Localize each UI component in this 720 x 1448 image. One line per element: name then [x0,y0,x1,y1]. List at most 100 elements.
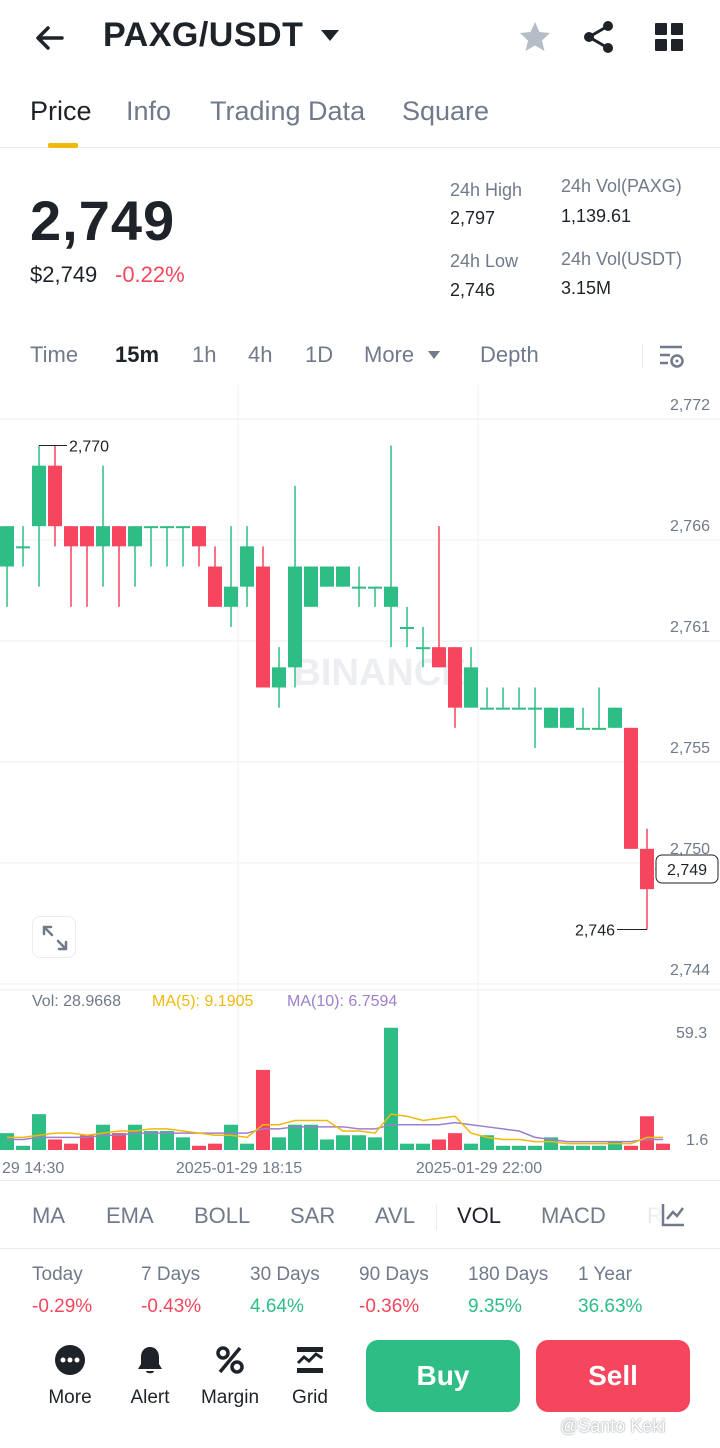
low-marker-label: 2,746 [575,923,615,940]
candle-body [624,727,638,849]
indicator-divider [436,1204,437,1230]
candle-body [240,546,254,587]
volume-bar [64,1143,78,1150]
price-tick-label: 2,772 [670,397,710,414]
fullscreen-button[interactable] [32,916,76,958]
candle-body [160,526,174,529]
high-label: 24h High [450,180,523,200]
perf-label: 180 Days [468,1264,549,1285]
perf-label: 7 Days [141,1264,201,1285]
volume-bar [624,1145,638,1150]
alert-label: Alert [130,1387,170,1408]
volume-bar [128,1124,142,1150]
expand-icon [42,925,68,951]
vol-base-label: 24h Vol(PAXG) [561,176,682,196]
volume-bar [288,1124,302,1150]
perf-value: -0.43% [141,1296,202,1317]
candle-body [288,566,302,668]
candle-body [432,647,446,668]
grid-bot-button[interactable]: Grid [275,1344,345,1409]
high-value: 2,797 [450,208,496,228]
caret-down-icon[interactable] [320,28,340,44]
indicator-boll[interactable]: BOLL [194,1203,250,1229]
divider [0,1248,720,1249]
indicator-sar[interactable]: SAR [290,1203,335,1229]
pair-title[interactable]: PAXG/USDT [103,16,303,55]
alert-button[interactable]: Alert [115,1344,185,1409]
tf-more[interactable]: More [364,342,414,368]
grid-icon[interactable] [654,22,684,52]
tf-4h[interactable]: 4h [248,342,272,368]
share-icon[interactable] [582,20,616,54]
volume-bar [240,1143,254,1150]
grid-bot-icon [296,1347,323,1373]
volume-bar [16,1145,30,1150]
buy-button[interactable]: Buy [366,1340,520,1412]
candle-body [48,465,62,527]
perf-value: -0.36% [359,1296,420,1317]
indicator-vol[interactable]: VOL [457,1203,501,1229]
candle-body [640,848,654,890]
tab-price[interactable]: Price [30,96,92,127]
volume-bar [0,1133,14,1150]
candle-body [176,526,190,529]
chart-settings-icon[interactable] [658,343,686,371]
indicator-ma[interactable]: MA [32,1203,65,1229]
volume-bar [304,1124,318,1150]
tf-time[interactable]: Time [30,342,78,368]
author-watermark: @Santo Keki [560,1416,666,1436]
indicator-ema[interactable]: EMA [106,1203,154,1229]
tab-info[interactable]: Info [126,96,171,127]
indicator-avl[interactable]: AVL [375,1203,415,1229]
main-tabs: Price Info Trading Data Square [0,86,720,148]
perf-value: -0.29% [32,1296,93,1317]
perf-value: 4.64% [250,1296,304,1317]
candle-body [464,667,478,708]
volume-bar [416,1143,430,1150]
margin-button[interactable]: Margin [195,1344,265,1409]
price-tick-label: 2,761 [670,619,710,636]
more-button[interactable]: More [35,1344,105,1409]
tf-15m[interactable]: 15m [115,342,159,368]
candle-body [496,707,510,710]
perf-value: 9.35% [468,1296,522,1317]
tab-trading-data[interactable]: Trading Data [210,96,365,127]
volume-bar [368,1137,382,1150]
price-tick-label: 2,744 [670,962,710,979]
bell-icon [138,1347,162,1374]
sell-button[interactable]: Sell [536,1340,690,1412]
volume-bars [0,1027,670,1150]
low-value: 2,746 [450,280,496,300]
candle-body [352,586,366,589]
tf-1h[interactable]: 1h [192,342,216,368]
volume-bar [592,1145,606,1150]
ma10-legend: MA(10): 6.7594 [287,993,398,1010]
more-dots-icon [55,1345,85,1375]
volume-bar [560,1145,574,1150]
volume-bar [464,1143,478,1150]
volume-bar [192,1145,206,1150]
candle-body [96,526,110,547]
usd-price: $2,749 [30,262,98,287]
price-change: -0.22% [115,262,185,287]
tf-depth[interactable]: Depth [480,342,539,368]
star-icon[interactable] [518,20,552,54]
volume-bar [272,1137,286,1150]
price-chart[interactable]: BINANCE 2,7722,7662,7612,7552,7502,744 2… [0,385,720,1185]
candle-body [480,707,494,710]
perf-value: 36.63% [578,1296,643,1317]
time-tick-label: 2025-01-29 22:00 [416,1160,542,1177]
indicator-macd[interactable]: MACD [541,1203,606,1229]
candle-body [560,707,574,728]
volume-bar [208,1143,222,1150]
more-caret-icon [428,351,440,359]
indicator-settings-icon[interactable] [660,1202,686,1228]
vol-base-value: 1,139.61 [561,206,632,226]
candle-body [64,526,78,547]
candle-body [112,526,126,547]
volume-bar [32,1114,46,1150]
tf-1d[interactable]: 1D [305,342,333,368]
arrow-left-icon[interactable] [32,20,68,56]
tab-square[interactable]: Square [402,96,489,127]
candle-body [400,627,414,629]
